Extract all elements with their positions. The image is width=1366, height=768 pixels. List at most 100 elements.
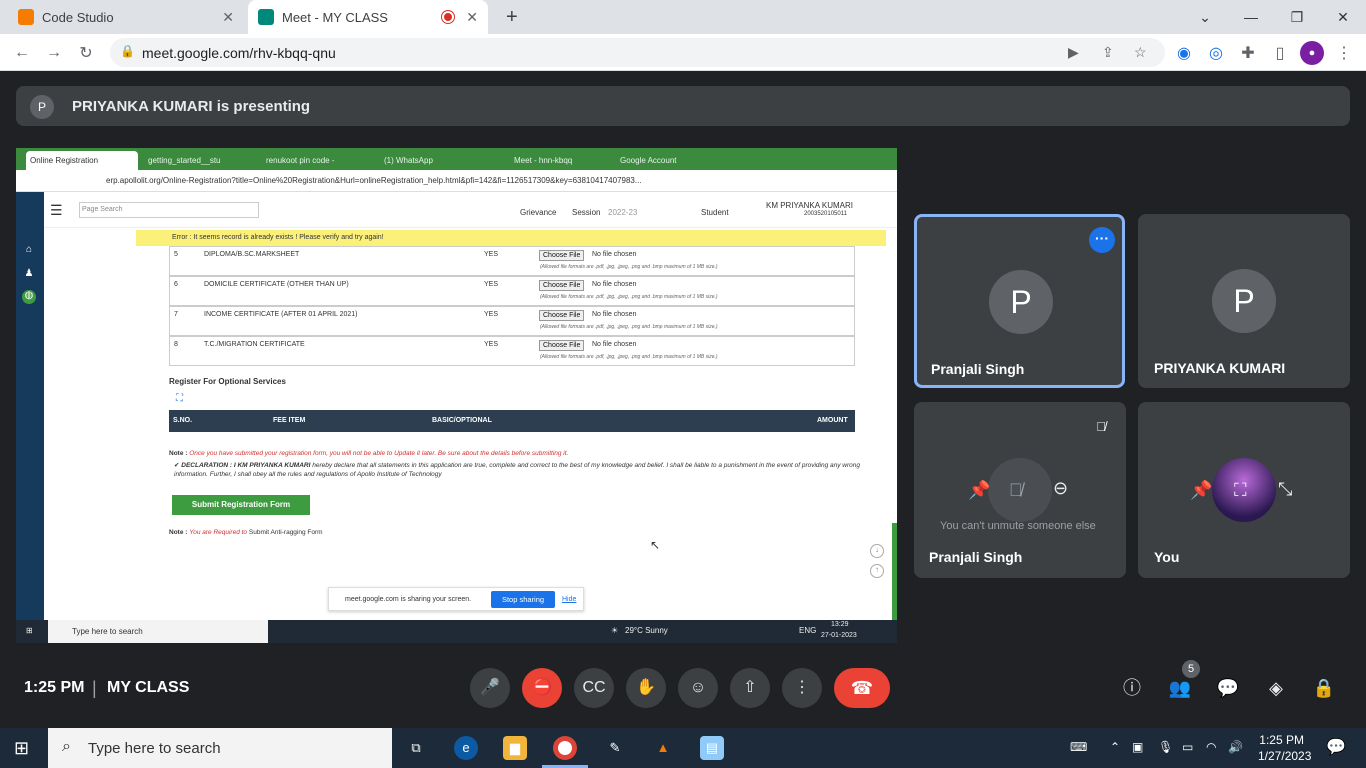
windows-start-icon[interactable]: ⊞: [14, 738, 29, 759]
pin-icon[interactable]: 📌: [968, 480, 990, 501]
declaration: ✔ DECLARATION : I KM PRIYANKA KUMARI her…: [174, 461, 864, 479]
address-bar[interactable]: 🔒 meet.google.com/rhv-kbqq-qnu ▶ ⇪ ☆: [110, 38, 1165, 67]
more-options-icon[interactable]: ···: [1089, 227, 1115, 253]
extensions-puzzle-icon[interactable]: ✚: [1236, 41, 1260, 65]
frame-icon[interactable]: ⛶: [1234, 480, 1247, 501]
battery-icon[interactable]: ▭: [1182, 740, 1193, 754]
new-tab-button[interactable]: +: [496, 0, 524, 34]
taskbar-search-placeholder: Type here to search: [88, 740, 221, 757]
camera-off-button[interactable]: ⛔: [522, 668, 562, 708]
meeting-time: 1:25 PM: [24, 679, 85, 696]
code-studio-favicon-icon: [18, 9, 34, 25]
task-view-icon[interactable]: ⧉: [404, 736, 428, 760]
file-explorer-icon[interactable]: ▆: [503, 736, 527, 760]
tab-search-icon[interactable]: ⌄: [1182, 0, 1228, 34]
captions-button[interactable]: CC: [574, 668, 614, 708]
info-icon[interactable]: ⓘ: [1120, 676, 1144, 700]
share-icon[interactable]: ⇪: [1102, 44, 1114, 61]
host-controls-icon[interactable]: 🔒: [1312, 676, 1336, 700]
raise-hand-button[interactable]: ✋: [626, 668, 666, 708]
wifi-icon[interactable]: ◠: [1206, 740, 1216, 754]
forward-icon[interactable]: →: [42, 41, 66, 65]
app-icon[interactable]: ✎: [603, 736, 627, 760]
minimize-self-icon[interactable]: ⤡: [1278, 479, 1292, 500]
user-id: 2003520105011: [804, 211, 847, 217]
choose-file-button: Choose File: [539, 340, 585, 351]
note-required-text: You are Required to: [189, 529, 248, 536]
shared-tab: (1) WhatsApp: [384, 156, 433, 165]
shared-page-header: ☰ Page Search Grievance Session 2022-23 …: [44, 192, 897, 228]
vlc-icon[interactable]: ▲: [651, 736, 675, 760]
users-icon: ♟: [24, 268, 34, 279]
people-count-badge: 5: [1182, 660, 1200, 678]
chat-icon[interactable]: 💬: [1216, 676, 1240, 700]
shared-search-input: Page Search: [79, 202, 259, 218]
presenter-banner: P PRIYANKA KUMARI is presenting: [16, 86, 1350, 126]
chrome-icon[interactable]: [553, 736, 577, 760]
student-label: Student: [701, 208, 729, 217]
meeting-name: MY CLASS: [107, 679, 190, 696]
microphone-button[interactable]: 🎤: [470, 668, 510, 708]
shared-time: 13:29: [831, 621, 849, 628]
tab-label: Meet - MY CLASS: [282, 9, 388, 25]
shared-scrollbar: [892, 523, 897, 620]
participant-name: Pranjali Singh: [931, 361, 1025, 377]
fee-table-header: S.NO. FEE ITEM BASIC/OPTIONAL AMOUNT: [169, 410, 855, 432]
remove-icon[interactable]: ⊖: [1053, 478, 1068, 499]
reload-icon[interactable]: ↻: [74, 41, 98, 65]
menu-icon[interactable]: ⋮: [1332, 41, 1356, 65]
minimize-button[interactable]: —: [1228, 0, 1274, 34]
col-basic-optional: BASIC/OPTIONAL: [432, 417, 492, 424]
side-panel-icon[interactable]: ▯: [1268, 41, 1292, 65]
unmute-hint: You can't unmute someone else: [940, 520, 1096, 532]
expand-icon: ⛶: [176, 393, 183, 404]
close-window-button[interactable]: ✕: [1320, 0, 1366, 34]
shared-date: 27-01-2023: [821, 632, 857, 639]
app-icon[interactable]: ▤: [700, 736, 724, 760]
participant-tile[interactable]: 🎙̸ 📌 🎙̸ ⊖ You can't unmute someone else …: [914, 402, 1126, 578]
shared-tab: Online Registration: [26, 151, 138, 170]
meet-tray-icon[interactable]: ▣: [1132, 740, 1143, 754]
hide-button[interactable]: Hide: [562, 596, 576, 603]
tab-code-studio[interactable]: Code Studio ✕: [8, 0, 244, 34]
tray-expand-icon[interactable]: ⌃: [1110, 740, 1120, 754]
session-value: 2022-23: [608, 208, 638, 217]
close-tab-icon[interactable]: ✕: [466, 9, 478, 26]
participant-tile[interactable]: 📌 ⛶ ⤡ You: [1138, 402, 1350, 578]
tab-label: Code Studio: [42, 9, 114, 25]
row-name: INCOME CERTIFICATE (AFTER 01 APRIL 2021): [204, 311, 358, 318]
extension-icon[interactable]: ◎: [1204, 41, 1228, 65]
emoji-button[interactable]: ☺: [678, 668, 718, 708]
close-tab-icon[interactable]: ✕: [222, 9, 234, 26]
stop-sharing-button[interactable]: Stop sharing: [491, 591, 555, 608]
volume-icon[interactable]: 🔊: [1228, 740, 1243, 754]
more-options-button[interactable]: ⋮: [782, 668, 822, 708]
extension-icon[interactable]: ◉: [1172, 41, 1196, 65]
no-file-text: No file chosen: [592, 341, 637, 348]
check-icon: ✔: [174, 462, 180, 469]
taskbar-search-box[interactable]: ⌕ Type here to search: [48, 728, 392, 768]
pin-icon[interactable]: 📌: [1190, 480, 1212, 501]
allowed-note: (Allowed file formats are .pdf, .jpg, .j…: [540, 354, 718, 360]
camera-icon[interactable]: ▶: [1068, 44, 1079, 61]
end-call-button[interactable]: ☎: [834, 668, 890, 708]
edge-icon[interactable]: e: [454, 736, 478, 760]
participant-name: PRIYANKA KUMARI: [1154, 360, 1286, 376]
present-button[interactable]: ⇧: [730, 668, 770, 708]
participant-tile[interactable]: P PRIYANKA KUMARI: [1138, 214, 1350, 388]
tab-meet[interactable]: Meet - MY CLASS ✕: [248, 0, 488, 34]
browser-toolbar: ← → ↻ 🔒 meet.google.com/rhv-kbqq-qnu ▶ ⇪…: [0, 34, 1366, 71]
participant-tile[interactable]: ··· P Pranjali Singh: [914, 214, 1125, 388]
notifications-icon[interactable]: 💬: [1326, 737, 1346, 757]
profile-avatar[interactable]: ●: [1300, 41, 1324, 65]
back-icon[interactable]: ←: [10, 41, 34, 65]
mic-tray-icon[interactable]: 🎙: [1158, 740, 1173, 754]
people-icon[interactable]: 👥: [1168, 676, 1192, 700]
keyboard-icon[interactable]: ⌨: [1070, 740, 1087, 754]
taskbar-clock[interactable]: 1:25 PM 1/27/2023: [1258, 732, 1311, 764]
activities-icon[interactable]: ◈: [1264, 676, 1288, 700]
restore-button[interactable]: ❐: [1274, 0, 1320, 34]
bookmark-star-icon[interactable]: ☆: [1134, 44, 1147, 61]
choose-file-button: Choose File: [539, 250, 585, 261]
document-row: 6 DOMICILE CERTIFICATE (OTHER THAN UP) Y…: [169, 276, 855, 306]
